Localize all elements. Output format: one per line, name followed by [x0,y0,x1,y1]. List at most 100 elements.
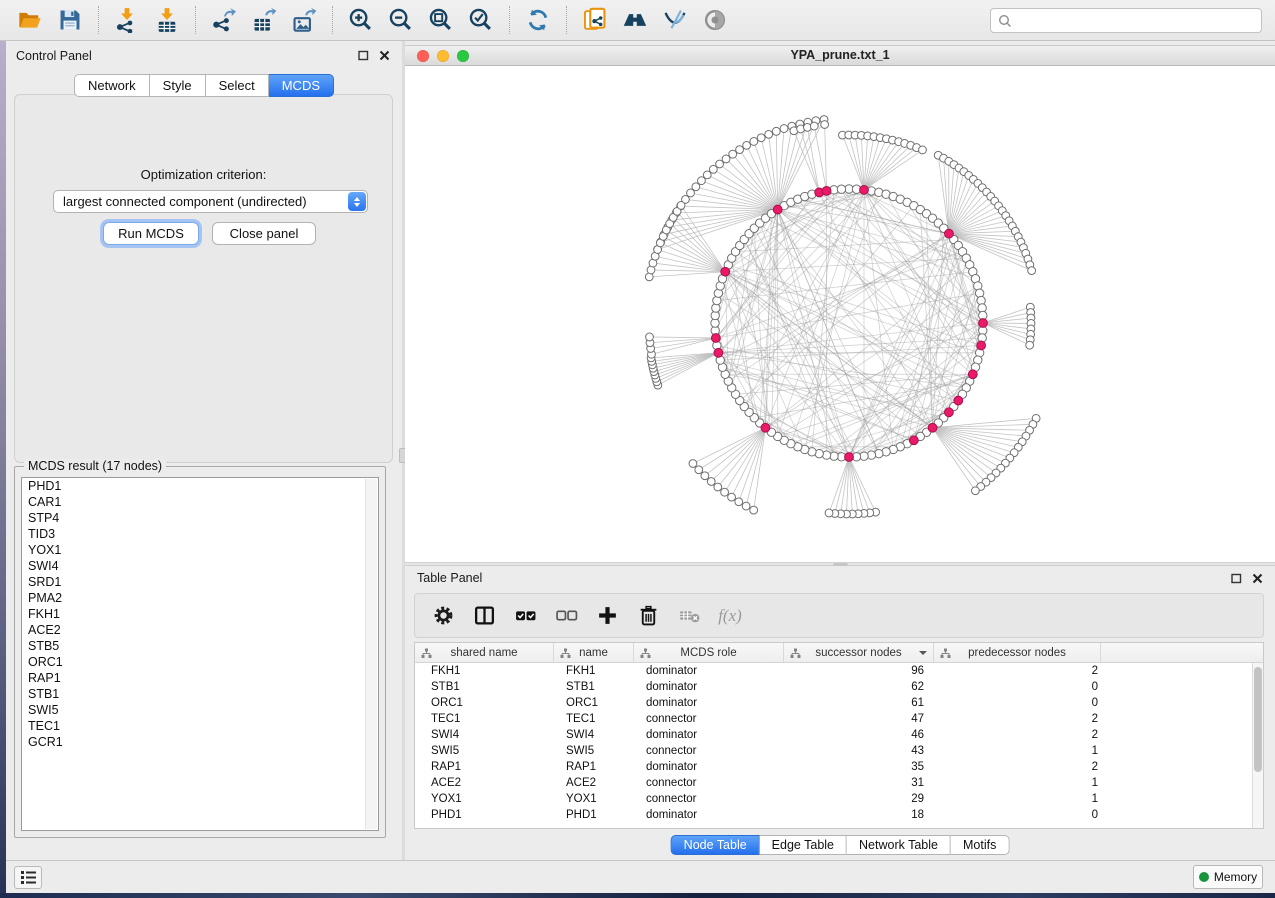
window-zoom-traffic-light[interactable] [457,50,469,62]
deselect-all-icon[interactable] [554,604,578,628]
window-minimize-traffic-light[interactable] [437,50,449,62]
mcds-result-item[interactable]: RAP1 [22,670,378,686]
task-history-button[interactable] [14,866,42,889]
network-window-titlebar[interactable]: YPA_prune.txt_1 [405,45,1275,66]
network-canvas[interactable] [405,66,1275,562]
table-tabs: Node TableEdge TableNetwork TableMotifs [671,835,1010,855]
mcds-result-item[interactable]: CAR1 [22,494,378,510]
optimization-criterion-select[interactable]: largest connected component (undirected) [53,190,368,213]
float-panel-icon[interactable] [358,50,369,61]
desktop-wallpaper-bottom [0,893,1275,898]
import-network-icon[interactable] [114,7,140,33]
mcds-result-item[interactable]: STB5 [22,638,378,654]
column-header-predecessor-nodes[interactable]: predecessor nodes [934,643,1101,662]
column-header-mcds-role[interactable]: MCDS role [634,643,784,662]
tab-style[interactable]: Style [150,74,206,97]
table-panel-title: Table Panel [417,571,482,585]
cell-shared-name: SWI4 [415,727,554,743]
table-row[interactable]: RAP1RAP1dominator352 [415,759,1263,775]
select-stepper-icon [348,192,366,211]
mcds-result-item[interactable]: PHD1 [22,478,378,494]
mcds-result-item[interactable]: PMA2 [22,590,378,606]
new-network-from-selection-icon[interactable] [582,7,608,33]
table-row[interactable]: ORC1ORC1dominator610 [415,695,1263,711]
tab-node-table[interactable]: Node Table [671,835,760,855]
network-graph[interactable] [405,66,1275,562]
open-file-icon[interactable] [17,7,43,33]
toggle-visibility-eye-icon[interactable] [702,7,728,33]
table-row[interactable]: YOX1YOX1connector291 [415,791,1263,807]
zoom-in-icon[interactable] [348,7,374,33]
table-row[interactable]: SWI4SWI4dominator462 [415,727,1263,743]
run-mcds-button[interactable]: Run MCDS [103,222,199,245]
tab-select[interactable]: Select [206,74,269,97]
mcds-result-item[interactable]: ACE2 [22,622,378,638]
zoom-fit-icon[interactable] [428,7,454,33]
memory-button[interactable]: Memory [1193,865,1263,889]
mcds-result-item[interactable]: STP4 [22,510,378,526]
mcds-result-item[interactable]: YOX1 [22,542,378,558]
column-header-shared-name[interactable]: shared name [415,643,554,662]
table-row[interactable]: STB1STB1dominator620 [415,679,1263,695]
close-panel-icon[interactable] [379,50,390,61]
function-builder-icon: f(x) [718,604,742,628]
mcds-result-item[interactable]: STB1 [22,686,378,702]
mcds-result-item[interactable]: TEC1 [22,718,378,734]
import-table-icon[interactable] [154,7,180,33]
add-column-icon[interactable] [595,604,619,628]
first-neighbors-icon[interactable] [622,7,648,33]
cell-successor-nodes: 46 [784,727,934,743]
table-scrollbar[interactable] [1252,663,1263,828]
search-input[interactable] [1017,14,1261,28]
tab-motifs[interactable]: Motifs [951,835,1009,855]
mcds-result-item[interactable]: TID3 [22,526,378,542]
float-table-panel-icon[interactable] [1231,573,1242,584]
mcds-result-item[interactable]: SWI5 [22,702,378,718]
node-table[interactable]: shared namenameMCDS rolesuccessor nodesp… [414,642,1264,829]
mcds-result-list[interactable]: PHD1CAR1STP4TID3YOX1SWI4SRD1PMA2FKH1ACE2… [21,477,379,831]
memory-status-icon [1199,872,1209,882]
table-row[interactable]: PHD1PHD1dominator180 [415,807,1263,823]
mcds-result-item[interactable]: SRD1 [22,574,378,590]
export-image-icon[interactable] [291,7,317,33]
mcds-result-item[interactable]: ORC1 [22,654,378,670]
settings-gear-icon[interactable] [431,604,455,628]
table-row[interactable]: SWI5SWI5connector431 [415,743,1263,759]
column-header-successor-nodes[interactable]: successor nodes [784,643,934,662]
mcds-result-item[interactable]: GCR1 [22,734,378,750]
cell-name: TEC1 [554,711,634,727]
export-network-icon[interactable] [211,7,237,33]
table-row[interactable]: FKH1FKH1dominator962 [415,663,1263,679]
zoom-out-icon[interactable] [388,7,414,33]
control-panel-title: Control Panel [16,49,92,63]
close-panel-button[interactable]: Close panel [212,222,316,245]
show-hide-graphics-icon[interactable] [662,7,688,33]
tab-edge-table[interactable]: Edge Table [760,835,847,855]
cell-successor-nodes: 61 [784,695,934,711]
tab-mcds[interactable]: MCDS [269,74,334,97]
select-all-icon[interactable] [513,604,537,628]
close-table-panel-icon[interactable] [1252,573,1263,584]
delete-column-icon[interactable] [636,604,660,628]
cell-name: RAP1 [554,759,634,775]
window-close-traffic-light[interactable] [417,50,429,62]
column-header-name[interactable]: name [554,643,634,662]
tab-network-table[interactable]: Network Table [847,835,951,855]
refresh-icon[interactable] [525,7,551,33]
show-columns-icon[interactable] [472,604,496,628]
mcds-result-item[interactable]: SWI4 [22,558,378,574]
search-field[interactable] [990,8,1262,33]
optimization-criterion-label: Optimization criterion: [15,167,392,182]
table-scrollbar-thumb[interactable] [1254,667,1262,772]
cell-mcds-role: connector [634,775,784,791]
table-row[interactable]: ACE2ACE2connector311 [415,775,1263,791]
zoom-selected-icon[interactable] [468,7,494,33]
column-tree-icon [640,648,651,662]
mcds-result-item[interactable]: FKH1 [22,606,378,622]
sort-descending-icon[interactable] [919,651,927,655]
export-table-icon[interactable] [251,7,277,33]
save-session-icon[interactable] [57,7,83,33]
table-row[interactable]: TEC1TEC1connector472 [415,711,1263,727]
list-scrollbar[interactable] [365,479,377,829]
tab-network[interactable]: Network [74,74,150,97]
